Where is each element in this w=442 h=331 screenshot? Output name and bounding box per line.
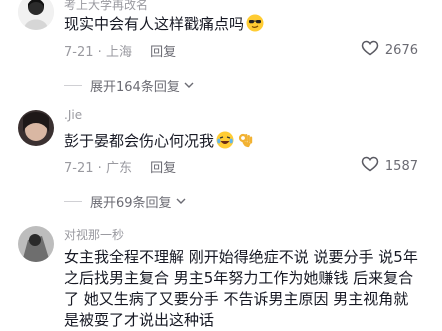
laughing-tears-emoji-icon [216,131,234,149]
expand-replies-label: 展开164条回复 [90,80,180,95]
comment-meta: 7-21 · 广东 回复 [64,157,176,176]
sunglasses-emoji-icon [246,14,264,32]
comment-text-content: 现实中会有人这样戳痛点吗 [64,15,245,33]
expand-replies-label: 展开69条回复 [90,196,172,211]
avatar[interactable] [18,226,54,262]
ok-hand-emoji-icon [236,131,254,149]
comment-location: 广东 [105,161,132,176]
location-separator: · [97,45,102,60]
comment-location: 上海 [105,45,132,60]
comment-text: 女主我全程不理解 刚开始得绝症不说 说要分手 说5年之后找男主复合 男主5年努力… [64,248,418,329]
comment-username[interactable]: 对视那一秒 [64,226,124,243]
comment-text: 现实中会有人这样戳痛点吗 [64,14,422,35]
chevron-down-icon [176,194,186,209]
expand-replies-button[interactable]: 展开164条回复 [64,76,194,95]
comment-meta: 7-21 · 上海 回复 [64,41,176,60]
comment-date: 7-21 [64,161,94,176]
reply-button[interactable]: 回复 [150,45,176,60]
comment-item: 考上大学再改名 现实中会有人这样戳痛点吗 7-21 · 上海 回复 2676 展… [0,0,442,100]
avatar[interactable] [18,110,54,146]
comment-username[interactable]: 考上大学再改名 [64,0,148,13]
like-count: 1587 [384,158,418,174]
avatar[interactable] [18,0,54,30]
comment-item: .Jie 彭于晏都会伤心何况我 7-21 · 广东 回复 1587 展开69条回… [0,108,442,213]
comment-item: 对视那一秒 女主我全程不理解 刚开始得绝症不说 说要分手 说5年之后找男主复合 … [0,222,442,331]
heart-outline-icon [361,40,379,60]
divider-line [64,201,82,202]
like-button[interactable]: 2676 [361,40,418,60]
chevron-down-icon [184,78,194,93]
comment-text: 彭于晏都会伤心何况我 [64,131,422,152]
comment-text-content: 彭于晏都会伤心何况我 [64,132,215,150]
comment-username[interactable]: .Jie [64,108,82,122]
reply-button[interactable]: 回复 [150,161,176,176]
like-button[interactable]: 1587 [361,156,418,176]
comment-date: 7-21 [64,45,94,60]
divider-line [64,85,82,86]
like-count: 2676 [384,42,418,58]
heart-outline-icon [361,156,379,176]
location-separator: · [97,161,102,176]
expand-replies-button[interactable]: 展开69条回复 [64,192,186,211]
